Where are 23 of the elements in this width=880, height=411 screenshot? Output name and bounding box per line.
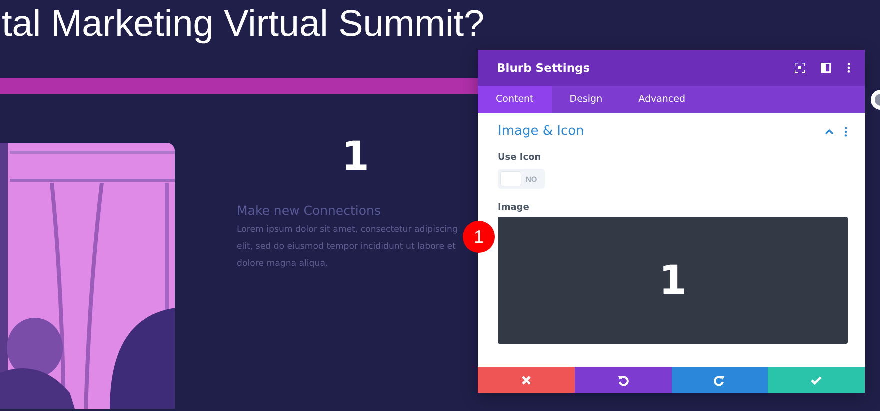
layout-icon[interactable] bbox=[821, 63, 831, 73]
more-icon[interactable] bbox=[847, 63, 851, 73]
settings-tab[interactable]: Advanced bbox=[620, 86, 704, 113]
settings-tab[interactable]: Content bbox=[478, 86, 552, 113]
fullscreen-icon[interactable] bbox=[795, 63, 805, 73]
close-icon bbox=[522, 376, 531, 384]
undo-button[interactable] bbox=[574, 367, 672, 393]
field-label: Use Icon bbox=[498, 153, 542, 163]
blurb-title: Make new Connections bbox=[237, 203, 382, 218]
blurb-number: 1 bbox=[342, 139, 370, 175]
caret-icon[interactable] bbox=[825, 128, 834, 134]
more-icon[interactable] bbox=[844, 126, 848, 136]
image-preview[interactable]: 1 bbox=[498, 217, 848, 344]
section-title[interactable]: Image & Icon bbox=[498, 124, 584, 139]
step-badge: 1 bbox=[463, 221, 495, 253]
settings-tab[interactable]: Design bbox=[552, 86, 621, 113]
field-label: Image bbox=[498, 203, 530, 213]
check-icon bbox=[811, 376, 822, 384]
panel-title: Blurb Settings bbox=[497, 61, 590, 75]
blurb-text: Lorem ipsum dolor sit amet, consectetur adipiscing elit, sed do eiusmod tempor incididunt ut labore et dolore magna aliqua. bbox=[237, 224, 459, 271]
page-heading: tal Marketing Virtual Summit? bbox=[1, 2, 486, 46]
redo-icon bbox=[714, 374, 726, 386]
undo-icon bbox=[618, 374, 629, 386]
